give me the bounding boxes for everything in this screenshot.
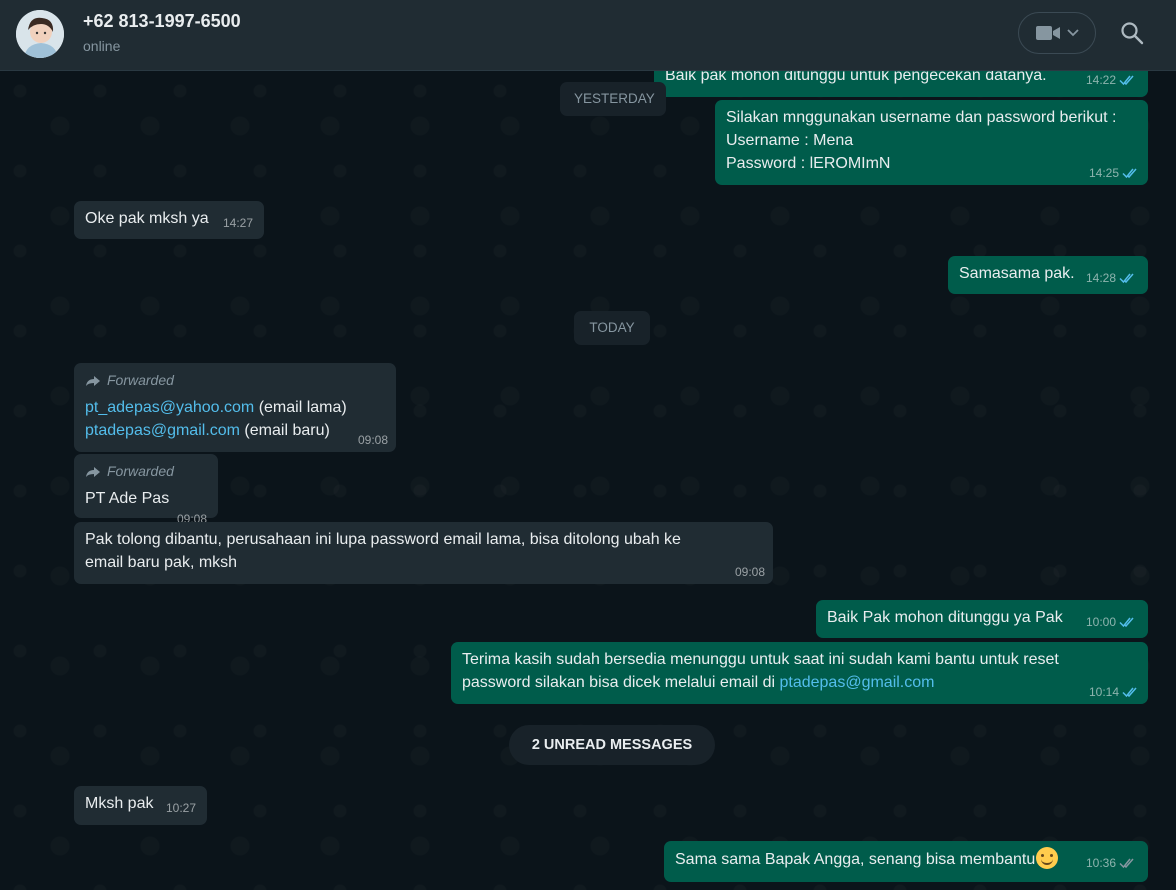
message-time: 14:22 bbox=[1085, 73, 1116, 87]
message-meta: 14:25 bbox=[1089, 166, 1140, 180]
message-text: (email lama) bbox=[254, 399, 347, 416]
message-bubble[interactable]: Silakan mnggunakan username dan password… bbox=[715, 100, 1148, 185]
message-text: password silakan bisa dicek melalui emai… bbox=[462, 674, 780, 691]
double-check-icon bbox=[1122, 687, 1137, 698]
message-meta: 14:27 bbox=[223, 216, 253, 230]
message-time: 09:08 bbox=[357, 433, 388, 447]
message-meta: 10:00 bbox=[1086, 615, 1137, 629]
message-text: Mksh pak bbox=[85, 795, 154, 812]
forward-arrow-icon bbox=[86, 466, 100, 477]
message-bubble[interactable]: Sama sama Bapak Angga, senang bisa memba… bbox=[664, 841, 1148, 882]
message-bubble[interactable]: Oke pak mksh ya 14:27 bbox=[74, 201, 264, 239]
message-bubble[interactable]: Baik pak mohon ditunggu untuk pengecekan… bbox=[654, 71, 1148, 97]
message-bubble[interactable]: Forwarded PT Ade Pas 09:08 bbox=[74, 454, 218, 526]
contact-name[interactable]: +62 813-1997-6500 bbox=[83, 11, 241, 32]
double-check-icon bbox=[1119, 273, 1134, 284]
unread-messages-divider: 2 UNREAD MESSAGES bbox=[509, 725, 715, 765]
forwarded-label: Forwarded bbox=[85, 460, 207, 483]
message-time: 14:27 bbox=[222, 216, 253, 230]
message-bubble[interactable]: Samasama pak. 14:28 bbox=[948, 256, 1148, 294]
message-text: Baik Pak mohon ditunggu ya Pak bbox=[827, 609, 1063, 626]
message-line: Username : Mena bbox=[726, 132, 854, 149]
message-line: Password : lEROMImN bbox=[726, 155, 891, 172]
double-check-icon bbox=[1119, 858, 1134, 869]
message-text: Samasama pak. bbox=[959, 265, 1075, 282]
chevron-down-icon bbox=[1067, 29, 1079, 37]
message-bubble[interactable]: Baik Pak mohon ditunggu ya Pak 10:00 bbox=[816, 600, 1148, 638]
email-link[interactable]: ptadepas@gmail.com bbox=[85, 422, 240, 439]
message-text: (email baru) bbox=[239, 422, 330, 439]
email-link[interactable]: pt_adepas@yahoo.com bbox=[85, 399, 254, 416]
message-bubble[interactable]: Terima kasih sudah bersedia menunggu unt… bbox=[451, 642, 1148, 704]
search-button[interactable] bbox=[1116, 17, 1148, 49]
forwarded-text: Forwarded bbox=[107, 463, 174, 479]
chat-panel[interactable]: Baik pak mohon ditunggu untuk pengecekan… bbox=[0, 71, 1176, 890]
message-line: pt_adepas@yahoo.com (email lama) bbox=[85, 396, 385, 419]
message-time: 14:28 bbox=[1085, 271, 1116, 285]
message-line: ptadepas@gmail.com (email baru) bbox=[85, 419, 385, 442]
video-call-button[interactable] bbox=[1018, 12, 1096, 54]
message-meta: 10:14 bbox=[1089, 685, 1140, 699]
message-meta: 10:36 bbox=[1086, 856, 1137, 870]
message-bubble[interactable]: Mksh pak 10:27 bbox=[74, 786, 207, 825]
forward-arrow-icon bbox=[86, 375, 100, 386]
message-bubble[interactable]: Pak tolong dibantu, perusahaan ini lupa … bbox=[74, 522, 773, 584]
message-meta: 10:27 bbox=[166, 801, 196, 815]
message-text: PT Ade Pas bbox=[85, 490, 170, 507]
message-line: password silakan bisa dicek melalui emai… bbox=[462, 671, 1137, 694]
message-meta: 14:28 bbox=[1086, 271, 1137, 285]
message-time: 10:00 bbox=[1085, 615, 1116, 629]
contact-status: online bbox=[83, 38, 121, 54]
message-meta: 14:22 bbox=[1086, 73, 1137, 87]
message-line: Pak tolong dibantu, perusahaan ini lupa … bbox=[85, 531, 681, 548]
smiling-face-emoji bbox=[1036, 847, 1059, 869]
double-check-icon bbox=[1119, 617, 1134, 628]
search-icon bbox=[1121, 22, 1144, 45]
message-time: 14:25 bbox=[1088, 166, 1119, 180]
message-line: email baru pak, mksh bbox=[85, 554, 238, 571]
message-bubble[interactable]: Forwarded pt_adepas@yahoo.com (email lam… bbox=[74, 363, 396, 452]
message-text: Oke pak mksh ya bbox=[85, 210, 209, 227]
date-divider-yesterday: YESTERDAY bbox=[560, 82, 666, 116]
forwarded-label: Forwarded bbox=[85, 369, 385, 392]
forwarded-text: Forwarded bbox=[107, 372, 174, 388]
email-link[interactable]: ptadepas@gmail.com bbox=[779, 674, 934, 691]
message-time: 10:36 bbox=[1085, 856, 1116, 870]
message-text: Sama sama Bapak Angga, senang bisa memba… bbox=[675, 851, 1036, 868]
message-line: Silakan mnggunakan username dan password… bbox=[726, 109, 1117, 126]
message-text: Baik pak mohon ditunggu untuk pengecekan… bbox=[665, 71, 1047, 84]
message-time: 10:14 bbox=[1088, 685, 1119, 699]
message-line: Terima kasih sudah bersedia menunggu unt… bbox=[462, 651, 1059, 668]
double-check-icon bbox=[1119, 75, 1134, 86]
double-check-icon bbox=[1122, 168, 1137, 179]
contact-avatar[interactable] bbox=[16, 10, 64, 58]
video-camera-icon bbox=[1036, 26, 1060, 40]
message-time: 10:27 bbox=[165, 801, 196, 815]
chat-header: +62 813-1997-6500 online bbox=[0, 0, 1176, 71]
avatar-image bbox=[16, 10, 64, 58]
message-meta: 09:08 bbox=[735, 565, 765, 579]
date-divider-today: TODAY bbox=[574, 311, 650, 345]
message-time: 09:08 bbox=[734, 565, 765, 579]
message-meta: 09:08 bbox=[358, 433, 388, 447]
